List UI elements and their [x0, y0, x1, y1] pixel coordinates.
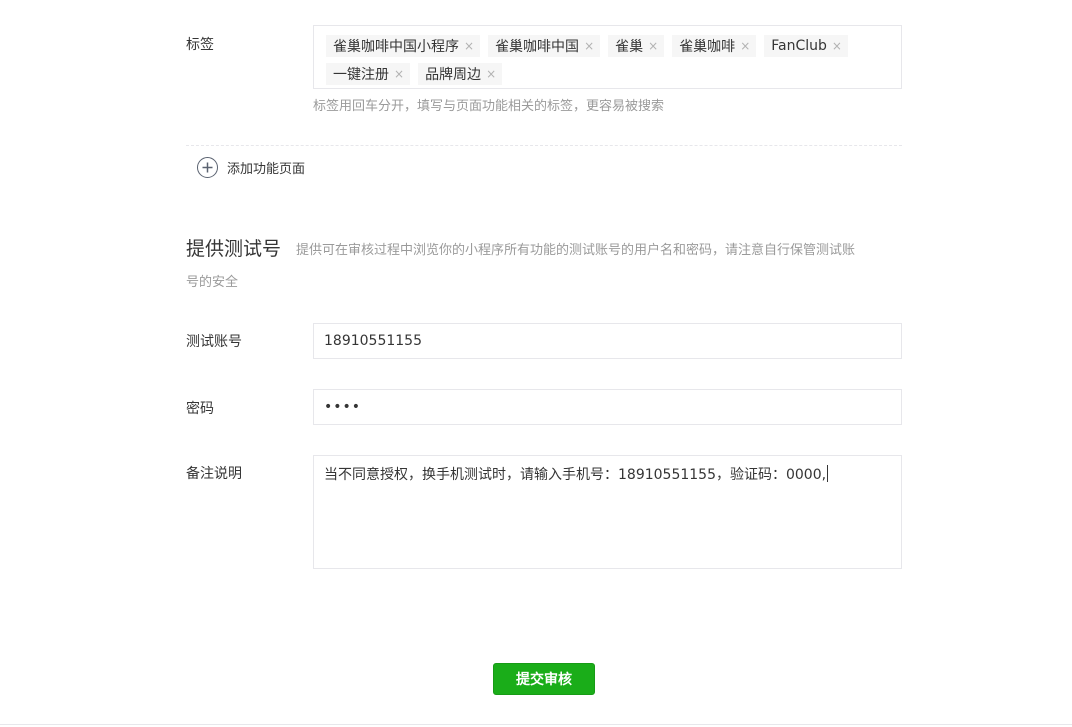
text-caret [827, 465, 829, 482]
account-value: 18910551155 [324, 333, 422, 349]
submit-review-button[interactable]: 提交审核 [493, 663, 595, 695]
tags-tip: 标签用回车分开，填写与页面功能相关的标签，更容易被搜索 [313, 99, 665, 114]
tags-label: 标签 [186, 37, 214, 53]
remove-tag-icon[interactable]: × [464, 39, 474, 53]
section-title: 提供测试号 [186, 238, 282, 260]
remove-tag-icon[interactable]: × [832, 39, 842, 53]
remove-tag-icon[interactable]: × [486, 67, 496, 81]
tag-item: 一键注册 × [326, 63, 411, 85]
password-field[interactable]: •••• [313, 389, 902, 425]
tag-label: 雀巢咖啡中国 [495, 39, 580, 55]
add-page-button[interactable]: 添加功能页面 [197, 157, 305, 178]
add-page-label: 添加功能页面 [227, 162, 306, 177]
tag-item: FanClub × [764, 35, 848, 57]
remove-tag-icon[interactable]: × [740, 39, 750, 53]
password-value: •••• [324, 399, 362, 415]
remarks-value: 当不同意授权，换手机测试时，请输入手机号：18910551155，验证码：000… [324, 467, 827, 483]
remove-tag-icon[interactable]: × [648, 39, 658, 53]
tags-input[interactable]: 雀巢咖啡中国小程序 × 雀巢咖啡中国 × 雀巢 × 雀巢咖啡 × FanClub × 一键… [313, 25, 902, 89]
section-description-cont: 号的安全 [186, 275, 239, 290]
account-field[interactable]: 18910551155 [313, 323, 902, 359]
remarks-field[interactable]: 当不同意授权，换手机测试时，请输入手机号：18910551155，验证码：000… [313, 455, 902, 569]
section-divider [186, 145, 902, 146]
tag-label: 雀巢 [615, 39, 644, 55]
tags-row-1: 雀巢咖啡中国小程序 × 雀巢咖啡中国 × 雀巢 × 雀巢咖啡 × FanClub × [326, 32, 901, 60]
bottom-divider [0, 724, 1072, 725]
remove-tag-icon[interactable]: × [394, 67, 404, 81]
tag-label: FanClub [771, 38, 827, 54]
remarks-label: 备注说明 [186, 466, 242, 482]
tag-label: 品牌周边 [425, 67, 482, 83]
tag-label: 一键注册 [333, 67, 389, 83]
account-label: 测试账号 [186, 334, 242, 350]
tag-item: 雀巢 × [608, 35, 665, 57]
section-description: 提供可在审核过程中浏览你的小程序所有功能的测试账号的用户名和密码，请注意自行保管… [296, 243, 856, 258]
tag-label: 雀巢咖啡 [679, 39, 736, 55]
tag-label: 雀巢咖啡中国小程序 [333, 39, 459, 55]
tags-row-2: 一键注册 × 品牌周边 × [326, 60, 901, 88]
remove-tag-icon[interactable]: × [584, 39, 594, 53]
tag-item: 雀巢咖啡中国 × [488, 35, 601, 57]
plus-circle-icon [197, 157, 218, 178]
tag-item: 品牌周边 × [418, 63, 503, 85]
tag-item: 雀巢咖啡中国小程序 × [326, 35, 481, 57]
password-label: 密码 [186, 401, 214, 417]
tag-item: 雀巢咖啡 × [672, 35, 757, 57]
